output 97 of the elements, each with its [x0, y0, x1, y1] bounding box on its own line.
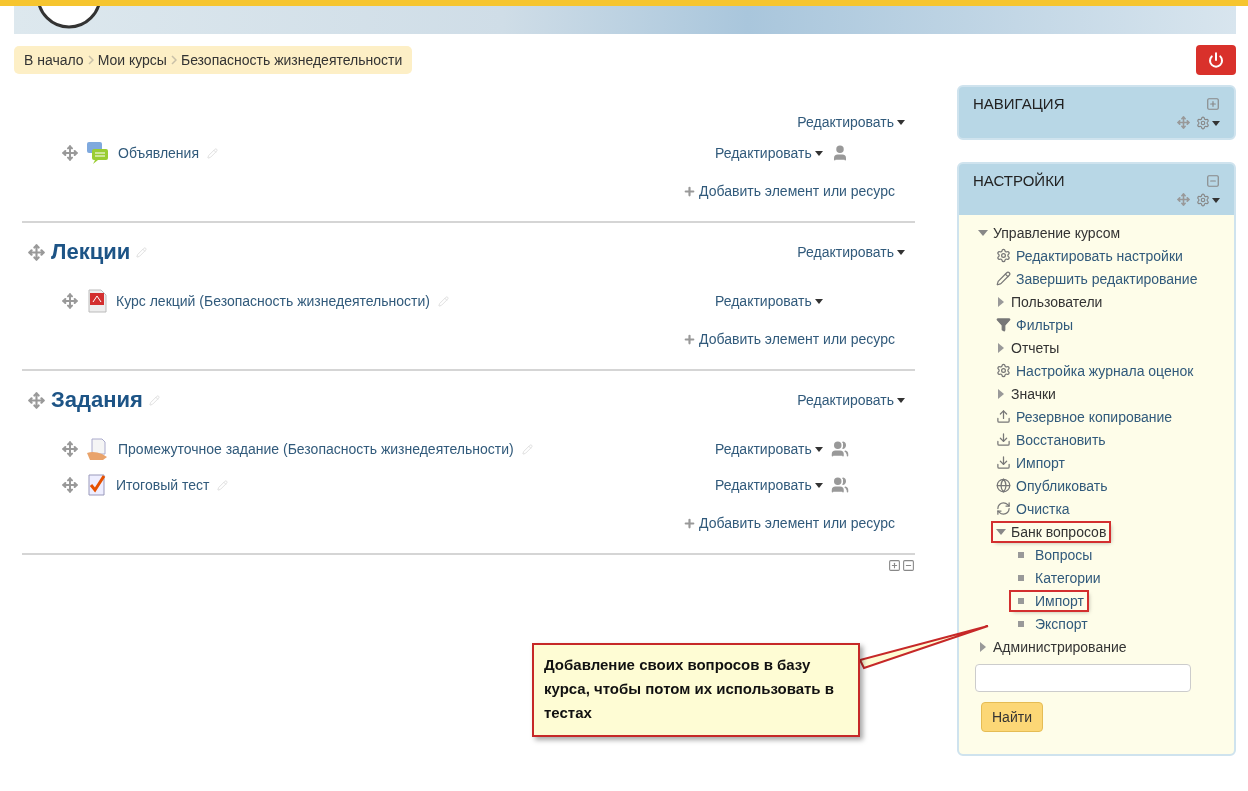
search-field[interactable] [975, 664, 1191, 692]
breadcrumb-link[interactable]: Мои курсы [97, 52, 167, 68]
tree-item[interactable]: Администрирование [975, 637, 1130, 656]
add-resource-link[interactable]: Добавить элемент или ресурс [683, 183, 895, 199]
edit-menu-link[interactable]: Редактировать [715, 145, 823, 161]
logout-button[interactable] [1196, 45, 1236, 75]
collapse-all-icon[interactable] [902, 559, 915, 572]
settings-icon[interactable] [1196, 116, 1210, 130]
breadcrumb-link[interactable]: В начало [24, 52, 84, 68]
globe-icon [996, 478, 1011, 493]
caret-icon [897, 249, 905, 255]
caret-icon [1212, 120, 1220, 126]
caret-icon [814, 482, 823, 488]
tree-item[interactable]: Настройка журнала оценок [993, 361, 1197, 380]
caret-icon [897, 119, 905, 125]
tree-item[interactable]: Импорт [993, 453, 1068, 472]
highlighted-tree-item[interactable]: Банк вопросов [993, 522, 1110, 541]
caret-icon [814, 446, 823, 452]
bullet-icon [1018, 620, 1024, 627]
users-icon[interactable] [830, 476, 849, 494]
tree-item[interactable]: Редактировать настройки [993, 246, 1186, 265]
bullet-icon [1018, 551, 1024, 558]
move-icon[interactable] [62, 293, 78, 309]
tree-item[interactable]: Отчеты [993, 338, 1063, 357]
tree-item[interactable]: Резервное копирование [993, 407, 1176, 426]
pencil-icon [996, 271, 1011, 286]
plus-icon [683, 332, 697, 346]
expanded-arrow-icon[interactable] [978, 227, 988, 238]
tree-item[interactable]: Категории [1011, 568, 1104, 587]
tree-item[interactable]: Значки [993, 384, 1059, 403]
edit-menu-link[interactable]: Редактировать [797, 114, 905, 130]
caret-icon [1212, 197, 1220, 203]
move-icon[interactable] [1177, 193, 1190, 206]
tree-item[interactable]: Управление курсом [975, 223, 1124, 242]
checklist-icon [86, 473, 108, 497]
block-title: НАВИГАЦИЯ [973, 95, 1065, 112]
move-icon[interactable] [62, 145, 78, 161]
pdf-file-icon [86, 289, 108, 313]
move-icon[interactable] [62, 441, 78, 457]
upload-icon [996, 409, 1011, 424]
bullet-icon [1018, 597, 1024, 604]
tree-item[interactable]: Пользователи [993, 292, 1106, 311]
dock-icon[interactable] [1206, 96, 1220, 111]
collapsed-arrow-icon[interactable] [996, 342, 1006, 353]
tree-item[interactable]: Очистка [993, 499, 1073, 518]
gear-icon [996, 248, 1011, 263]
refresh-icon [996, 501, 1011, 516]
plus-icon [683, 184, 697, 198]
expand-all-icon[interactable] [888, 559, 901, 572]
tree-item[interactable]: Вопросы [1011, 545, 1096, 564]
section-title: Лекции [51, 239, 131, 265]
activity-link[interactable]: Промежуточное задание (Безопасность жизнедеятельности) [118, 441, 514, 457]
tree-item[interactable]: Фильтры [993, 315, 1077, 334]
download-icon [996, 432, 1011, 447]
edit-menu-link[interactable]: Редактировать [797, 244, 905, 260]
section-title: Задания [51, 387, 143, 413]
undock-icon[interactable] [1206, 173, 1220, 188]
download-icon [996, 455, 1011, 470]
edit-menu-link[interactable]: Редактировать [715, 441, 823, 457]
users-icon[interactable] [830, 440, 849, 458]
tree-item[interactable]: Опубликовать [993, 476, 1111, 495]
edit-menu-link[interactable]: Редактировать [715, 477, 823, 493]
power-icon [1208, 52, 1224, 68]
caret-icon [814, 150, 823, 156]
highlighted-tree-item[interactable]: Импорт [1011, 591, 1087, 610]
tree-item[interactable]: Завершить редактирование [993, 269, 1201, 288]
move-icon[interactable] [62, 477, 78, 493]
chevron-icon [170, 55, 177, 65]
move-icon[interactable] [28, 391, 45, 409]
search-button[interactable]: Найти [981, 702, 1043, 732]
plus-icon [683, 516, 697, 530]
block-title: НАСТРОЙКИ [973, 172, 1065, 189]
breadcrumb-link[interactable]: Безопасность жизнедеятельности [180, 52, 403, 68]
collapsed-arrow-icon[interactable] [996, 388, 1006, 399]
move-icon[interactable] [28, 243, 45, 261]
tree-item[interactable]: Экспорт [1011, 614, 1091, 633]
move-icon[interactable] [1177, 116, 1190, 129]
edit-menu-link[interactable]: Редактировать [715, 293, 823, 309]
collapsed-arrow-icon[interactable] [978, 641, 988, 652]
activity-link[interactable]: Итоговый тест [116, 477, 210, 493]
expanded-arrow-icon[interactable] [996, 526, 1006, 537]
callout-note: Добавление своих вопросов в базу курса, чтобы потом их использовать в тестах [532, 643, 860, 737]
add-resource-link[interactable]: Добавить элемент или ресурс [683, 515, 895, 531]
edit-menu-link[interactable]: Редактировать [797, 392, 905, 408]
gear-icon [996, 363, 1011, 378]
filter-icon [996, 317, 1011, 332]
caret-icon [897, 397, 905, 403]
settings-icon[interactable] [1196, 193, 1210, 207]
chevron-icon [87, 55, 94, 65]
activity-link[interactable]: Объявления [118, 145, 199, 161]
chat-bubbles-icon [86, 141, 110, 165]
bullet-icon [1018, 574, 1024, 581]
collapsed-arrow-icon[interactable] [996, 296, 1006, 307]
add-resource-link[interactable]: Добавить элемент или ресурс [683, 331, 895, 347]
caret-icon [814, 298, 823, 304]
activity-link[interactable]: Курс лекций (Безопасность жизнедеятельности) [116, 293, 430, 309]
tree-item[interactable]: Восстановить [993, 430, 1109, 449]
